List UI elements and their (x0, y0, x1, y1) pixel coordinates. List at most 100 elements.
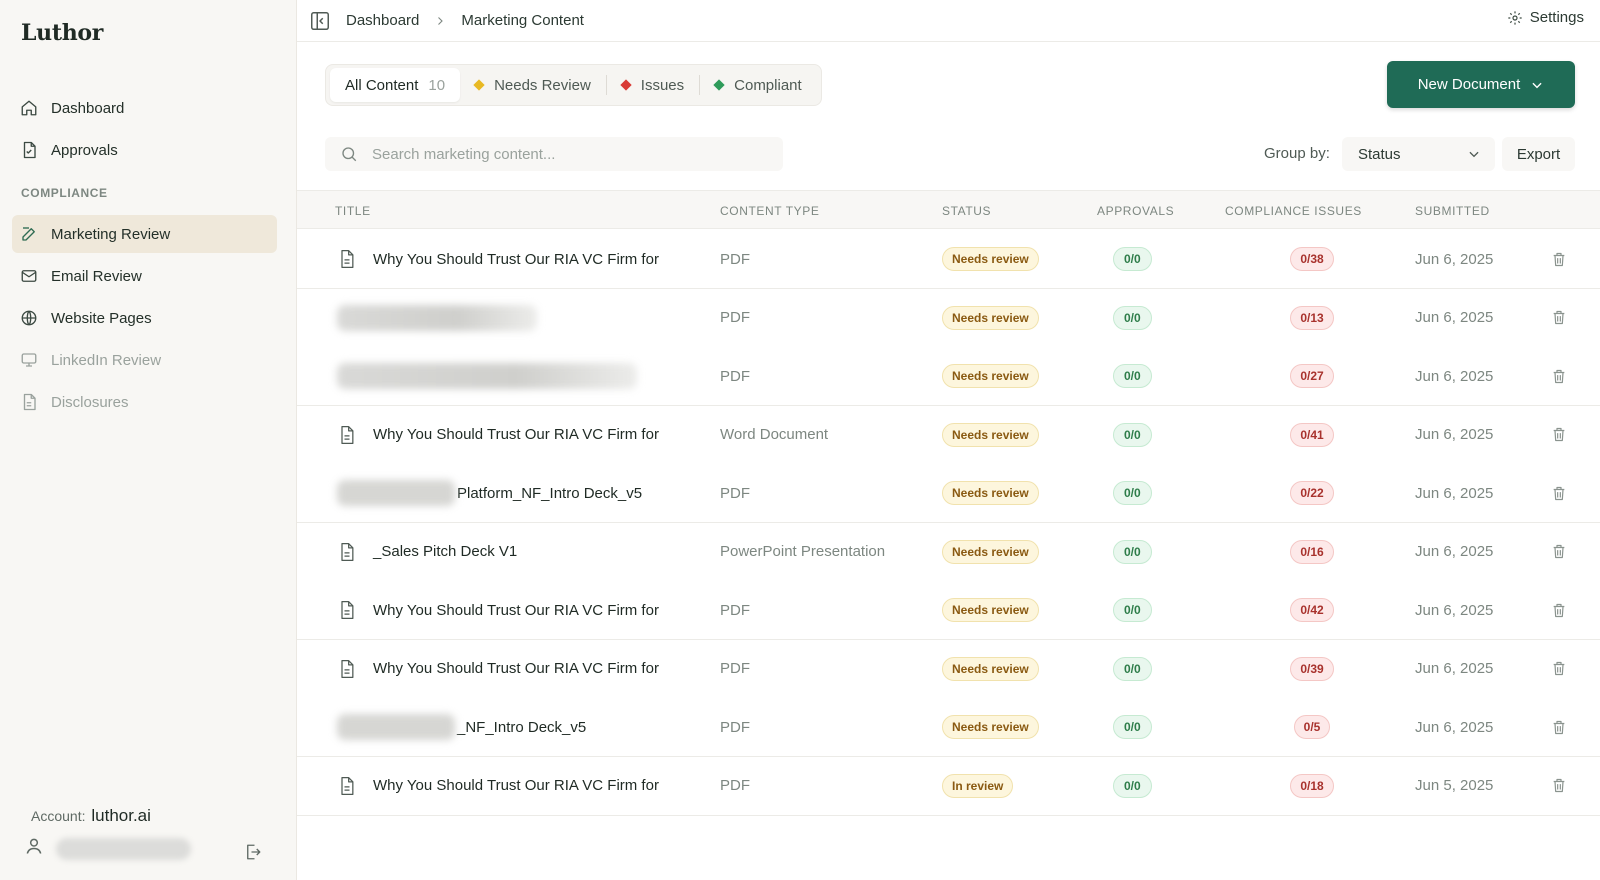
tab-all-content[interactable]: All Content 10 (330, 68, 461, 102)
table-row[interactable]: Why You Should Trust Our RIA VC Firm for… (297, 230, 1600, 289)
app-logo[interactable]: Luthor (21, 20, 103, 46)
delete-button[interactable] (1551, 640, 1567, 698)
delete-button[interactable] (1551, 523, 1567, 581)
cell-submitted: Jun 5, 2025 (1415, 777, 1494, 794)
row-title[interactable]: Platform_NF_Intro Deck_v5 (457, 485, 642, 502)
tab-label: Needs Review (494, 76, 591, 94)
sidebar: Luthor Dashboard Approvals COMPLIANCE Ma… (0, 0, 297, 880)
cell-submitted: Jun 6, 2025 (1415, 309, 1494, 326)
document-icon (337, 424, 357, 446)
row-title[interactable]: Why You Should Trust Our RIA VC Firm for (373, 602, 659, 619)
home-icon (20, 99, 38, 117)
delete-button[interactable] (1551, 289, 1567, 347)
breadcrumb-current: Marketing Content (461, 12, 584, 29)
monitor-icon (20, 351, 38, 369)
col-approvals[interactable]: APPROVALS (1097, 204, 1174, 218)
col-compliance-issues[interactable]: COMPLIANCE ISSUES (1225, 204, 1362, 218)
table-row[interactable]: _NF_Intro Deck_v5 PDF Needs review 0/0 0/5 Ju… (297, 698, 1600, 757)
group-by-value: Status (1358, 145, 1401, 163)
tab-compliant[interactable]: Compliant (700, 68, 817, 102)
approvals-badge: 0/0 (1113, 422, 1152, 447)
delete-button[interactable] (1551, 347, 1567, 405)
tab-issues[interactable]: Issues (607, 68, 699, 102)
row-title[interactable]: Why You Should Trust Our RIA VC Firm for (373, 426, 659, 443)
cell-content-type: PDF (720, 250, 750, 268)
issues-badge: 0/13 (1290, 305, 1334, 330)
col-content-type[interactable]: CONTENT TYPE (720, 204, 819, 218)
delete-button[interactable] (1551, 464, 1567, 522)
user-profile[interactable] (24, 836, 191, 861)
group-by-select[interactable]: Status (1342, 137, 1495, 171)
delete-button[interactable] (1551, 406, 1567, 464)
status-badge: Needs review (942, 422, 1039, 447)
sidebar-item-dashboard[interactable]: Dashboard (12, 89, 277, 127)
trash-icon (1551, 309, 1567, 326)
cell-submitted: Jun 6, 2025 (1415, 718, 1494, 736)
cell-compliance-issues: 0/22 (1265, 464, 1359, 522)
sidebar-item-linkedin-review[interactable]: LinkedIn Review (12, 341, 277, 379)
table-row[interactable]: Why You Should Trust Our RIA VC Firm for… (297, 581, 1600, 640)
cell-submitted: Jun 6, 2025 (1415, 601, 1494, 619)
sidebar-item-marketing-review[interactable]: Marketing Review (12, 215, 277, 253)
sidebar-toggle-icon[interactable] (309, 10, 331, 32)
sidebar-item-email-review[interactable]: Email Review (12, 257, 277, 295)
cell-content-type: PDF (720, 718, 750, 736)
breadcrumb-dashboard[interactable]: Dashboard (346, 12, 419, 29)
cell-status: Needs review (942, 464, 1039, 522)
approvals-badge: 0/0 (1113, 305, 1152, 330)
table-row[interactable]: Why You Should Trust Our RIA VC Firm for… (297, 405, 1600, 465)
issues-badge: 0/42 (1290, 598, 1334, 622)
sidebar-item-disclosures[interactable]: Disclosures (12, 383, 277, 421)
tab-label: Issues (640, 76, 685, 94)
green-diamond-icon (713, 79, 725, 91)
search-input[interactable] (372, 145, 752, 163)
table-row[interactable]: _Sales Pitch Deck V1 PowerPoint Presentat… (297, 522, 1600, 582)
table-row[interactable]: Why You Should Trust Our RIA VC Firm for… (297, 756, 1600, 816)
row-title[interactable]: _Sales Pitch Deck V1 (373, 543, 517, 560)
approvals-badge: 0/0 (1113, 364, 1152, 388)
table-row[interactable]: Platform_NF_Intro Deck_v5 PDF Needs review… (297, 464, 1600, 523)
col-title[interactable]: TITLE (335, 204, 371, 218)
row-title[interactable]: Why You Should Trust Our RIA VC Firm for (373, 251, 659, 268)
cell-status: Needs review (942, 230, 1039, 288)
issues-badge: 0/22 (1290, 481, 1334, 505)
user-name-redacted (56, 837, 191, 860)
section-label-compliance: COMPLIANCE (21, 186, 108, 200)
delete-button[interactable] (1551, 698, 1567, 756)
approvals-badge: 0/0 (1113, 715, 1152, 739)
delete-button[interactable] (1551, 581, 1567, 639)
status-badge: Needs review (942, 598, 1039, 622)
cell-content-type: PowerPoint Presentation (720, 543, 886, 560)
cell-title: _NF_Intro Deck_v5 (337, 698, 586, 756)
logout-icon[interactable] (244, 843, 262, 866)
delete-button[interactable] (1551, 230, 1567, 288)
table-row[interactable]: Why You Should Trust Our RIA VC Firm for… (297, 639, 1600, 699)
status-badge: Needs review (942, 715, 1039, 739)
sidebar-item-website-pages[interactable]: Website Pages (12, 299, 277, 337)
export-button[interactable]: Export (1502, 137, 1575, 171)
settings-button[interactable]: Settings (1507, 9, 1584, 26)
row-title[interactable]: Why You Should Trust Our RIA VC Firm for (373, 660, 659, 677)
new-document-button[interactable]: New Document (1387, 61, 1575, 108)
sidebar-item-label: Approvals (51, 141, 118, 159)
cell-submitted: Jun 6, 2025 (1415, 484, 1494, 502)
row-title[interactable]: Why You Should Trust Our RIA VC Firm for (373, 777, 659, 794)
table-row[interactable]: PDF Needs review 0/0 0/13 Jun 6, 2025 (297, 288, 1600, 348)
new-document-label: New Document (1417, 76, 1521, 93)
issues-badge: 0/5 (1293, 715, 1331, 739)
sidebar-item-approvals[interactable]: Approvals (12, 131, 277, 169)
cell-approvals: 0/0 (1113, 698, 1152, 756)
cell-title (337, 289, 537, 347)
document-icon (337, 599, 357, 621)
delete-button[interactable] (1551, 757, 1567, 815)
cell-content-type: PDF (720, 777, 750, 794)
document-icon (337, 541, 357, 563)
globe-icon (20, 309, 38, 327)
col-submitted[interactable]: SUBMITTED (1415, 204, 1490, 218)
tab-needs-review[interactable]: Needs Review (460, 68, 606, 102)
row-title[interactable]: _NF_Intro Deck_v5 (457, 719, 586, 736)
document-icon (337, 248, 357, 270)
table-row[interactable]: PDF Needs review 0/0 0/27 Jun 6, 2025 (297, 347, 1600, 406)
col-status[interactable]: STATUS (942, 204, 991, 218)
cell-approvals: 0/0 (1113, 406, 1152, 464)
